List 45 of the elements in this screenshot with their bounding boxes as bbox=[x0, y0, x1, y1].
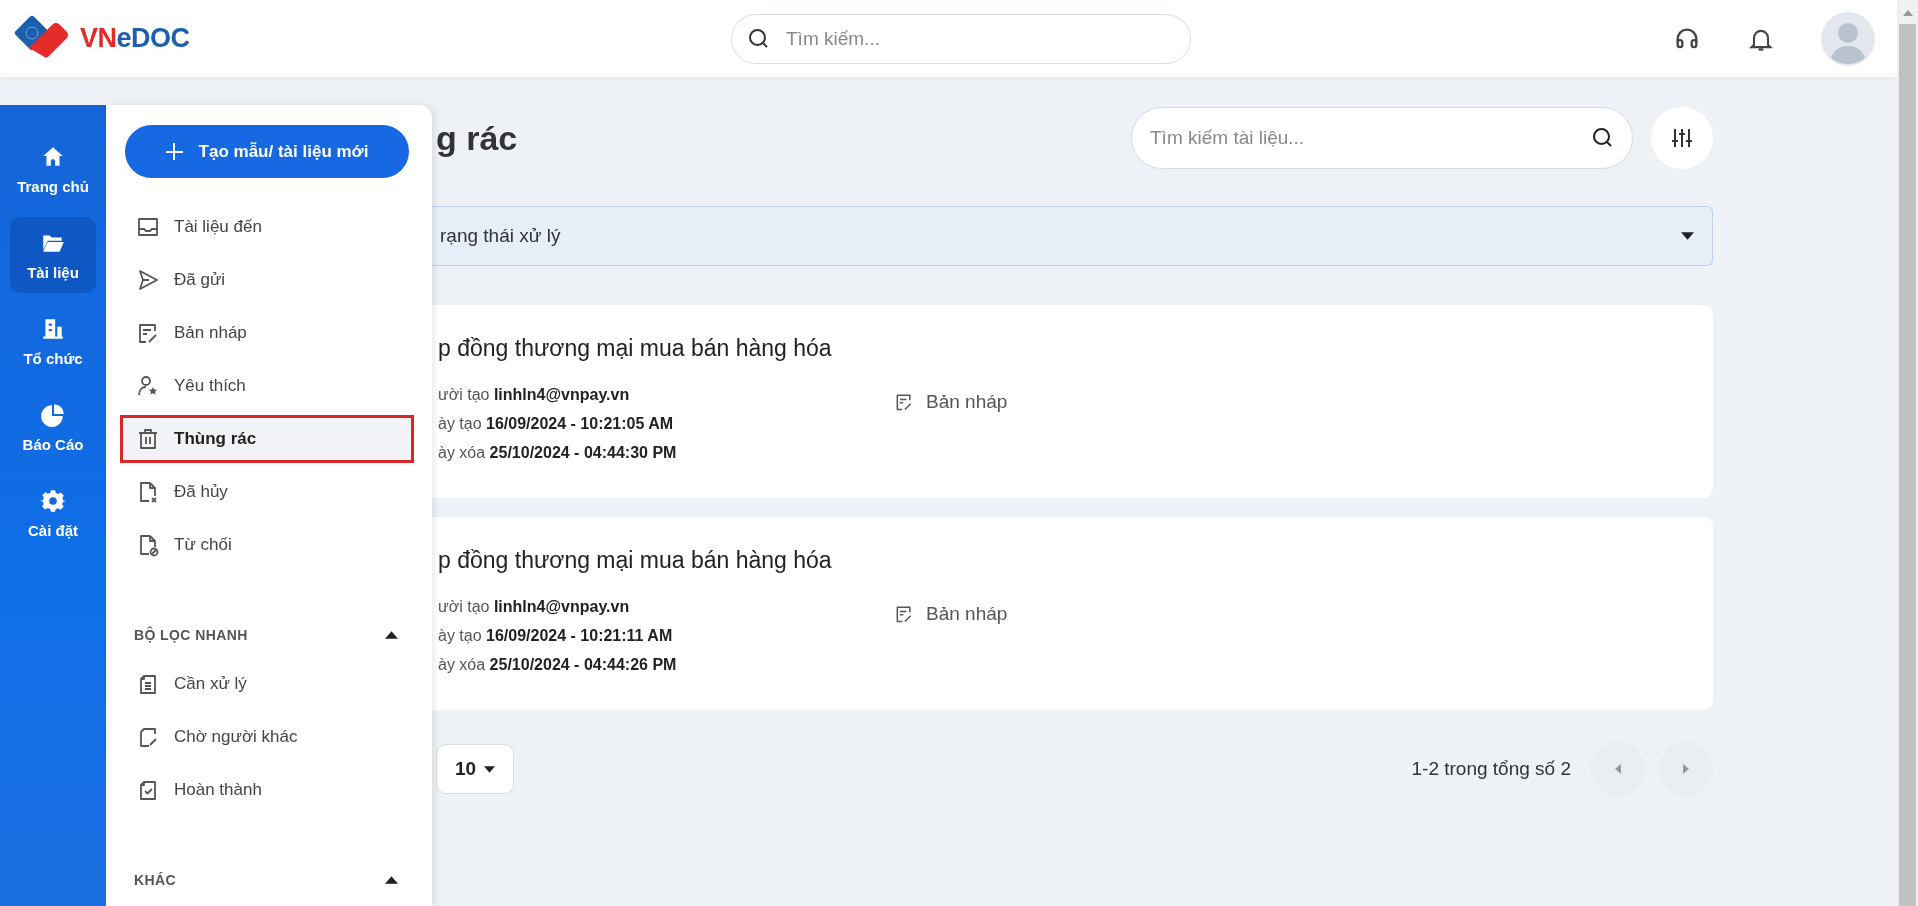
page-title: g rác bbox=[436, 118, 518, 158]
create-button[interactable]: Tạo mẫu/ tài liệu mới bbox=[125, 125, 409, 178]
search-field[interactable]: Tìm kiếm... bbox=[731, 13, 1191, 64]
rail-item[interactable]: Trang chủ bbox=[10, 131, 96, 207]
scrollbar-thumb[interactable] bbox=[1899, 24, 1916, 906]
sliders-icon bbox=[1670, 126, 1694, 150]
document-title: p đồng thương mại mua bán hàng hóa bbox=[438, 335, 833, 362]
section-title: KHÁC bbox=[134, 872, 177, 888]
logo-text: VNeDOC bbox=[80, 23, 190, 54]
scrollbar[interactable] bbox=[1897, 0, 1918, 906]
section-header[interactable]: KHÁC bbox=[120, 860, 414, 900]
document-status: Bản nháp bbox=[926, 603, 1008, 625]
avatar-icon[interactable] bbox=[1821, 11, 1875, 66]
rail-item[interactable]: Tổ chức bbox=[10, 303, 96, 379]
draft-icon bbox=[894, 604, 914, 624]
page-size-dropdown[interactable]: 10 bbox=[436, 744, 514, 794]
document-search-field[interactable]: Tìm kiếm tài liệu... bbox=[1131, 107, 1633, 169]
rail-item[interactable]: Cài đặt bbox=[10, 475, 96, 551]
menu-item[interactable]: Thùng rác bbox=[120, 415, 414, 463]
document-meta: ày tạo 16/09/2024 - 10:21:05 AM bbox=[438, 414, 675, 434]
document-meta: ười tạo linhln4@vnpay.vn bbox=[438, 385, 631, 405]
document-status: Bản nháp bbox=[926, 391, 1008, 413]
draft-icon bbox=[136, 321, 160, 345]
draft-icon bbox=[894, 392, 914, 412]
inbox-icon bbox=[136, 215, 160, 239]
document-meta: ày xóa 25/10/2024 - 04:44:30 PM bbox=[438, 443, 678, 463]
menu-item[interactable]: Chờ người khác bbox=[120, 713, 414, 761]
trash-icon bbox=[136, 427, 160, 451]
left-triangle-icon bbox=[1615, 764, 1621, 774]
gear-icon bbox=[40, 487, 66, 514]
section-title: BỘ LỌC NHANH bbox=[134, 627, 248, 643]
rail-item[interactable]: Tài liệu bbox=[10, 217, 96, 293]
up-arrow-icon bbox=[1902, 10, 1913, 16]
right-triangle-icon bbox=[1683, 764, 1689, 774]
rail-item[interactable]: Báo Cáo bbox=[10, 389, 96, 465]
document-meta: ười tạo linhln4@vnpay.vn bbox=[438, 597, 631, 617]
send-icon bbox=[136, 268, 160, 292]
pie-icon bbox=[40, 401, 66, 428]
menu-item[interactable]: Hoàn thành bbox=[120, 766, 414, 814]
document-meta: ày tạo 16/09/2024 - 10:21:11 AM bbox=[438, 626, 674, 646]
caret-icon bbox=[1681, 232, 1694, 240]
document-meta: ày xóa 25/10/2024 - 04:44:26 PM bbox=[438, 655, 678, 675]
document-title: p đồng thương mại mua bán hàng hóa bbox=[438, 547, 833, 574]
page-range: 1-2 trong tổng số 2 bbox=[1411, 758, 1571, 780]
caret-icon bbox=[484, 765, 496, 773]
